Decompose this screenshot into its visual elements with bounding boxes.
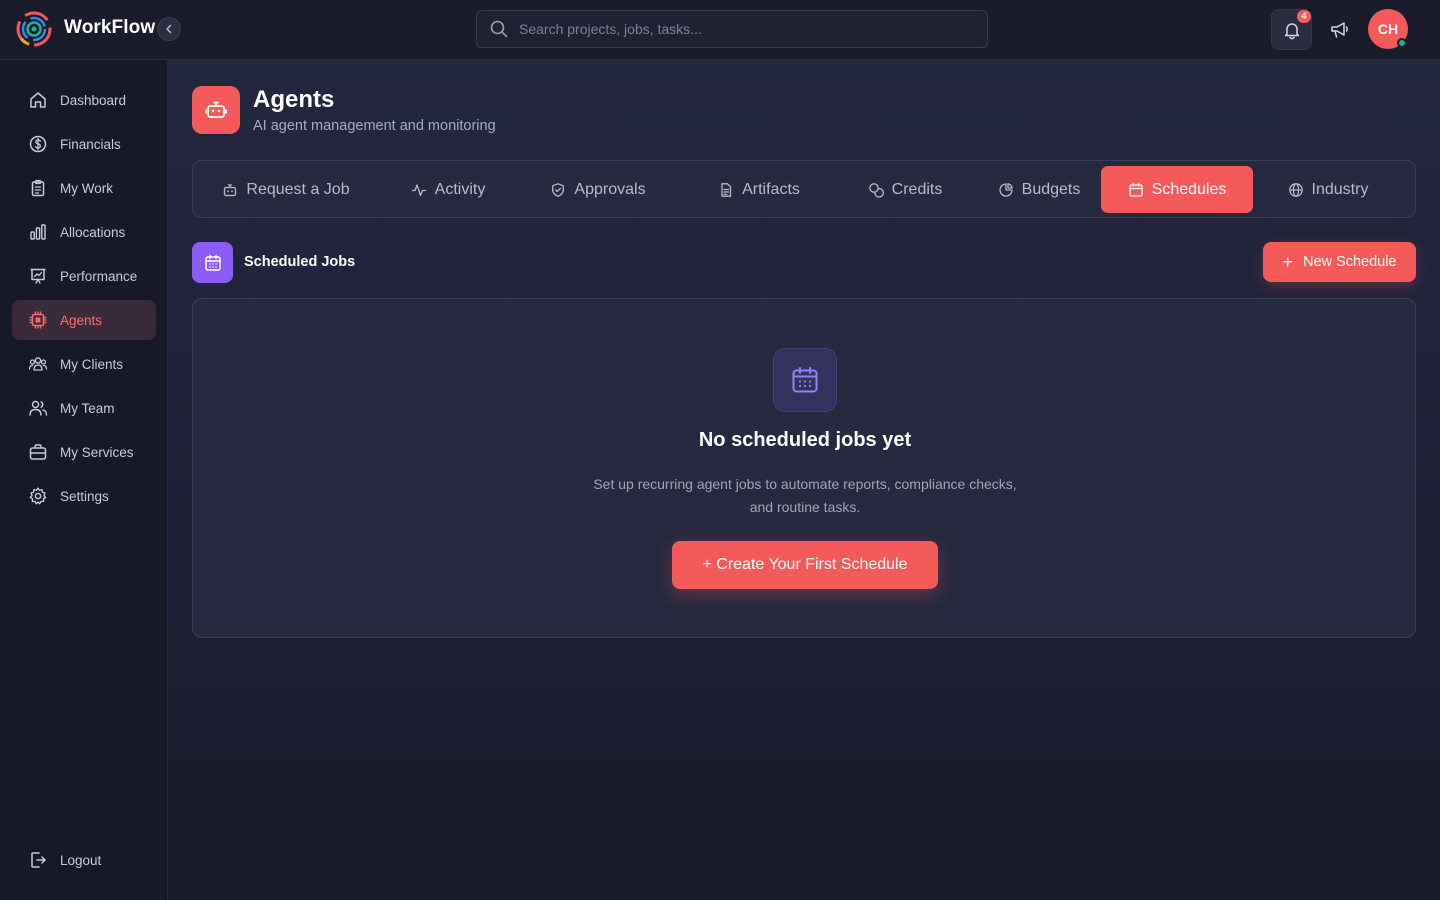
- empty-state-icon-badge: [773, 348, 837, 412]
- users-group-icon: [28, 357, 48, 371]
- document-icon: [721, 182, 732, 197]
- feedback-button[interactable]: [1327, 17, 1353, 43]
- tab-label: Budgets: [1021, 180, 1081, 198]
- sidebar-item-financials[interactable]: Financials: [12, 124, 156, 164]
- search-icon: [490, 20, 508, 38]
- search-box[interactable]: [476, 10, 988, 48]
- online-status-dot: [1397, 38, 1407, 48]
- plus-icon: +: [1282, 252, 1293, 272]
- sidebar: Dashboard Financials My Work Allocations: [0, 60, 168, 900]
- sidebar-item-performance[interactable]: Performance: [12, 256, 156, 296]
- scheduled-jobs-icon-badge: [192, 242, 233, 283]
- coins-icon: [868, 182, 884, 198]
- gear-icon: [29, 487, 47, 505]
- activity-icon: [411, 183, 426, 196]
- tab-label: Industry: [1311, 180, 1369, 198]
- brand-name: WorkFlow: [64, 17, 156, 38]
- sidebar-item-label: My Team: [60, 400, 115, 416]
- tab-label: Schedules: [1151, 180, 1227, 198]
- sidebar-item-dashboard[interactable]: Dashboard: [12, 80, 156, 120]
- sidebar-item-label: Allocations: [60, 224, 126, 240]
- sidebar-item-label: My Work: [60, 180, 113, 196]
- tab-request-a-job[interactable]: Request a Job: [201, 166, 371, 213]
- new-schedule-label: New Schedule: [1303, 254, 1397, 270]
- tab-artifacts[interactable]: Artifacts: [685, 166, 833, 213]
- calendar-icon: [792, 367, 818, 393]
- globe-icon: [1288, 182, 1303, 197]
- home-icon: [30, 92, 46, 108]
- shield-check-icon: [552, 182, 565, 197]
- tab-label: Request a Job: [246, 180, 350, 198]
- dollar-icon: [29, 135, 47, 153]
- sidebar-item-settings[interactable]: Settings: [12, 476, 156, 516]
- page-title: Agents: [253, 86, 335, 113]
- sidebar-item-label: Dashboard: [60, 92, 127, 108]
- chevron-left-icon: [166, 24, 172, 34]
- notification-count-badge: 4: [1297, 10, 1311, 23]
- sidebar-item-my-clients[interactable]: My Clients: [12, 344, 156, 384]
- sidebar-item-agents[interactable]: Agents: [12, 300, 156, 340]
- robot-icon: [224, 183, 237, 196]
- users-icon: [29, 400, 48, 416]
- empty-state-card: No scheduled jobs yet Set up recurring a…: [192, 298, 1416, 638]
- clipboard-icon: [31, 179, 45, 197]
- empty-state-title: No scheduled jobs yet: [698, 429, 912, 451]
- collapse-sidebar-button[interactable]: [157, 17, 181, 41]
- sidebar-item-label: Financials: [60, 136, 121, 152]
- section-title: Scheduled Jobs: [244, 254, 356, 270]
- logout-button[interactable]: Logout: [12, 840, 156, 880]
- sidebar-item-allocations[interactable]: Allocations: [12, 212, 156, 252]
- sidebar-item-label: Agents: [60, 312, 103, 328]
- presentation-chart-icon: [30, 268, 46, 284]
- main-content: Agents AI agent management and monitorin…: [168, 60, 1440, 900]
- top-bar: WorkFlow 4 CH: [0, 0, 1440, 60]
- workflow-logo-icon[interactable]: [16, 11, 52, 47]
- tab-schedules[interactable]: Schedules: [1101, 166, 1253, 213]
- cpu-chip-icon: [29, 311, 47, 329]
- new-schedule-button[interactable]: + New Schedule: [1263, 242, 1416, 282]
- robot-icon: [205, 101, 227, 118]
- tab-label: Approvals: [574, 180, 646, 198]
- logout-icon: [31, 852, 46, 868]
- page-subtitle: AI agent management and monitoring: [253, 118, 496, 134]
- briefcase-icon: [29, 444, 47, 460]
- tab-approvals[interactable]: Approvals: [523, 166, 673, 213]
- sidebar-item-my-team[interactable]: My Team: [12, 388, 156, 428]
- logout-label: Logout: [60, 852, 102, 868]
- tab-label: Artifacts: [742, 180, 800, 198]
- sidebar-item-label: My Clients: [60, 356, 124, 372]
- sidebar-item-my-services[interactable]: My Services: [12, 432, 156, 472]
- calendar-icon: [204, 254, 221, 271]
- tab-budgets[interactable]: Budgets: [969, 166, 1109, 213]
- sidebar-item-label: Performance: [60, 268, 138, 284]
- search-input[interactable]: [519, 21, 959, 37]
- sidebar-item-my-work[interactable]: My Work: [12, 168, 156, 208]
- agents-tab-bar: Request a Job Activity Approvals Artifac…: [192, 160, 1416, 218]
- tab-label: Activity: [434, 180, 486, 198]
- tab-industry[interactable]: Industry: [1265, 166, 1391, 213]
- create-first-schedule-button[interactable]: + Create Your First Schedule: [672, 541, 938, 589]
- bell-icon: [1284, 22, 1299, 39]
- calendar-icon: [1128, 182, 1143, 197]
- sidebar-item-label: Settings: [60, 488, 109, 504]
- tab-credits[interactable]: Credits: [835, 166, 975, 213]
- tab-label: Credits: [891, 180, 943, 198]
- megaphone-icon: [1331, 22, 1348, 38]
- page-icon: [192, 86, 240, 134]
- tab-activity[interactable]: Activity: [383, 166, 513, 213]
- empty-state-description: Set up recurring agent jobs to automate …: [593, 476, 1017, 515]
- pie-chart-icon: [999, 182, 1013, 197]
- bar-chart-icon: [30, 224, 46, 240]
- sidebar-item-label: My Services: [60, 444, 134, 460]
